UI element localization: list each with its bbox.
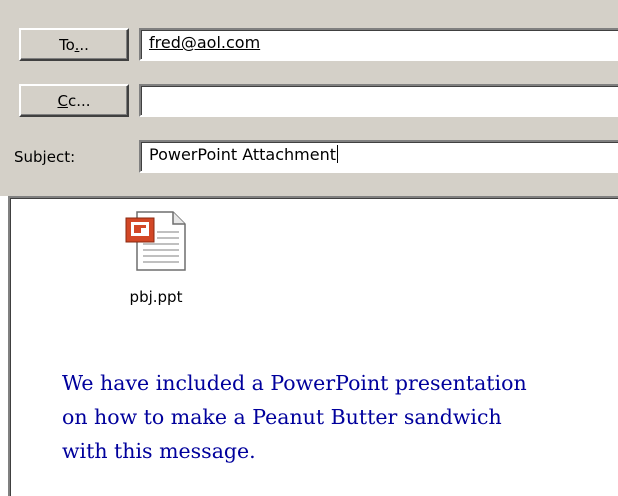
- message-line: on how to make a Peanut Butter sandwich: [62, 405, 502, 429]
- attachment-filename[interactable]: pbj.ppt: [116, 288, 196, 306]
- to-recipient[interactable]: fred@aol.com: [149, 33, 260, 52]
- to-button-label: To...: [59, 35, 89, 54]
- text-caret: [336, 145, 338, 163]
- subject-value: PowerPoint Attachment: [149, 145, 336, 164]
- to-field[interactable]: fred@aol.com: [139, 28, 618, 61]
- message-text: We have included a PowerPoint presentati…: [62, 366, 618, 468]
- message-line: We have included a PowerPoint presentati…: [62, 371, 527, 395]
- to-button[interactable]: To...: [19, 28, 129, 61]
- cc-field[interactable]: [139, 84, 618, 117]
- cc-button-label: Cc...: [57, 91, 91, 110]
- subject-label: Subject:: [14, 148, 76, 166]
- powerpoint-file-icon[interactable]: [123, 210, 195, 272]
- cc-button[interactable]: Cc...: [19, 84, 129, 117]
- message-line: with this message.: [62, 439, 256, 463]
- message-header: To... fred@aol.com Cc... Subject: PowerP…: [0, 0, 618, 196]
- subject-field[interactable]: PowerPoint Attachment: [139, 140, 618, 173]
